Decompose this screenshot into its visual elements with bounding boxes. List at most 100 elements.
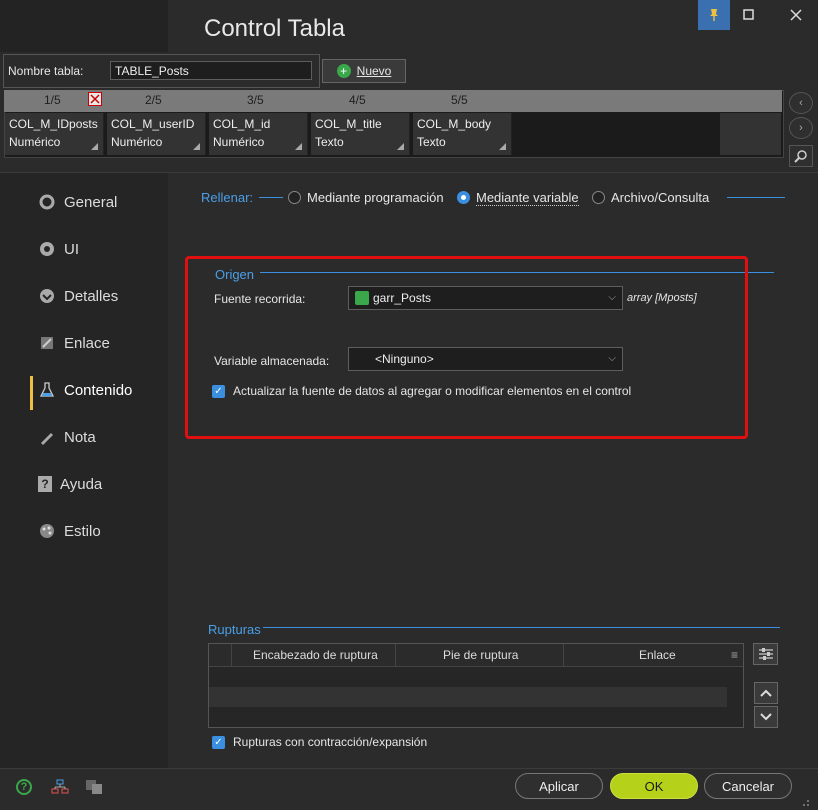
sidebar-item-link[interactable]: Enlace: [38, 331, 110, 355]
columns-header: [4, 90, 782, 112]
hierarchy-icon[interactable]: [51, 779, 69, 798]
radio-variable-label[interactable]: Mediante variable: [476, 190, 579, 206]
fill-label: Rellenar:: [201, 190, 254, 205]
scroll-left-icon[interactable]: ‹: [789, 92, 813, 114]
column-cell[interactable]: COL_M_IDposts Numérico: [5, 113, 104, 155]
new-button[interactable]: + Nuevo: [322, 59, 406, 83]
resize-icon: [193, 143, 200, 150]
sidebar-item-note[interactable]: Nota: [38, 425, 96, 449]
table-row[interactable]: [209, 667, 727, 687]
resize-icon: [91, 143, 98, 150]
menu-icon[interactable]: ≡: [731, 648, 738, 662]
breaks-table[interactable]: Encabezado de ruptura Pie de ruptura Enl…: [208, 643, 744, 728]
breaks-line: [263, 627, 780, 628]
active-indicator: [30, 376, 33, 410]
help-icon[interactable]: ?: [16, 779, 32, 795]
highlight-box: [185, 256, 748, 439]
fill-line: [259, 197, 283, 198]
table-row[interactable]: [209, 707, 727, 727]
maximize-icon[interactable]: [733, 0, 765, 30]
column-cell[interactable]: COL_M_userID Numérico: [107, 113, 206, 155]
column-type: Numérico: [111, 135, 163, 149]
table-name-label: Nombre tabla:: [8, 64, 84, 78]
radio-variable[interactable]: [457, 191, 470, 204]
column-cell[interactable]: COL_M_title Texto: [311, 113, 410, 155]
settings-sliders-icon[interactable]: [753, 643, 778, 665]
sidebar-item-content[interactable]: Contenido: [38, 378, 132, 402]
column-type: Texto: [315, 135, 344, 149]
sidebar-item-label: Enlace: [64, 334, 110, 352]
table-name-input[interactable]: TABLE_Posts: [110, 61, 312, 80]
new-button-label: Nuevo: [356, 64, 392, 78]
resize-icon: [295, 143, 302, 150]
column-name: COL_M_body: [417, 117, 492, 131]
sidebar-item-help[interactable]: ? Ayuda: [38, 472, 102, 496]
pen-icon: [38, 428, 56, 446]
sidebar-item-style[interactable]: Estilo: [38, 519, 101, 543]
sidebar-item-label: Estilo: [64, 522, 101, 540]
resize-grip-icon[interactable]: [800, 796, 810, 806]
move-up-icon[interactable]: [754, 682, 778, 704]
breaks-title: Rupturas: [208, 622, 261, 637]
column-number: 1/5: [44, 93, 61, 107]
translate-icon[interactable]: [85, 779, 103, 798]
column-header[interactable]: Enlace: [639, 648, 676, 662]
table-row[interactable]: [209, 687, 727, 707]
column-number: 3/5: [247, 93, 264, 107]
resize-icon: [397, 143, 404, 150]
close-icon[interactable]: [780, 0, 812, 30]
column-number: 4/5: [349, 93, 366, 107]
column-header[interactable]: Encabezado de ruptura: [253, 648, 378, 662]
apply-button[interactable]: Aplicar: [515, 773, 603, 799]
title-left-strip: [0, 0, 168, 52]
move-down-icon[interactable]: [754, 706, 778, 728]
columns-empty-area: [516, 113, 718, 155]
resize-icon: [499, 143, 506, 150]
breaks-table-header: Encabezado de ruptura Pie de ruptura Enl…: [209, 644, 743, 667]
radio-programming[interactable]: [288, 191, 301, 204]
window-title: Control Tabla: [204, 15, 345, 42]
scroll-right-icon[interactable]: ›: [789, 117, 813, 139]
column-name: COL_M_IDposts: [9, 117, 98, 131]
radio-file-query-label[interactable]: Archivo/Consulta: [611, 190, 709, 205]
sidebar-item-ui[interactable]: UI: [38, 237, 79, 261]
add-icon: +: [336, 64, 351, 78]
radio-file-query[interactable]: [592, 191, 605, 204]
collapse-checkbox-label[interactable]: Rupturas con contracción/expansión: [233, 735, 427, 749]
cancel-button[interactable]: Cancelar: [704, 773, 792, 799]
column-cell[interactable]: COL_M_id Numérico: [209, 113, 308, 155]
column-cell-empty: [720, 113, 781, 155]
zoom-icon[interactable]: [789, 145, 813, 167]
sidebar-item-label: Detalles: [64, 287, 119, 305]
sidebar-item-label: Ayuda: [60, 475, 103, 493]
sidebar-item-label: Nota: [64, 428, 96, 446]
column-number: 5/5: [451, 93, 468, 107]
circle-icon: [38, 193, 56, 211]
column-type: Texto: [417, 135, 446, 149]
sidebar-item-label: UI: [64, 240, 79, 258]
sidebar-item-general[interactable]: General: [38, 190, 117, 214]
flask-icon: [38, 381, 56, 399]
radio-programming-label[interactable]: Mediante programación: [307, 190, 444, 205]
column-type: Numérico: [9, 135, 61, 149]
column-name: COL_M_title: [315, 117, 382, 131]
help-icon: ?: [38, 476, 52, 492]
sidebar: [0, 173, 168, 768]
details-icon: [38, 287, 56, 305]
column-number: 2/5: [145, 93, 162, 107]
column-name: COL_M_userID: [111, 117, 195, 131]
pin-icon[interactable]: [698, 0, 730, 30]
collapse-checkbox[interactable]: ✓: [212, 736, 225, 749]
column-header[interactable]: Pie de ruptura: [443, 648, 518, 662]
delete-column-icon[interactable]: [88, 92, 102, 106]
column-name: COL_M_id: [213, 117, 271, 131]
link-icon: [38, 334, 56, 352]
sidebar-item-details[interactable]: Detalles: [38, 284, 118, 308]
sidebar-item-label: Contenido: [64, 381, 133, 399]
sidebar-item-label: General: [64, 193, 118, 211]
column-type: Numérico: [213, 135, 265, 149]
eye-icon: [38, 240, 56, 258]
ok-button[interactable]: OK: [610, 773, 698, 799]
column-cell[interactable]: COL_M_body Texto: [413, 113, 512, 155]
fill-line-right: [727, 197, 785, 198]
